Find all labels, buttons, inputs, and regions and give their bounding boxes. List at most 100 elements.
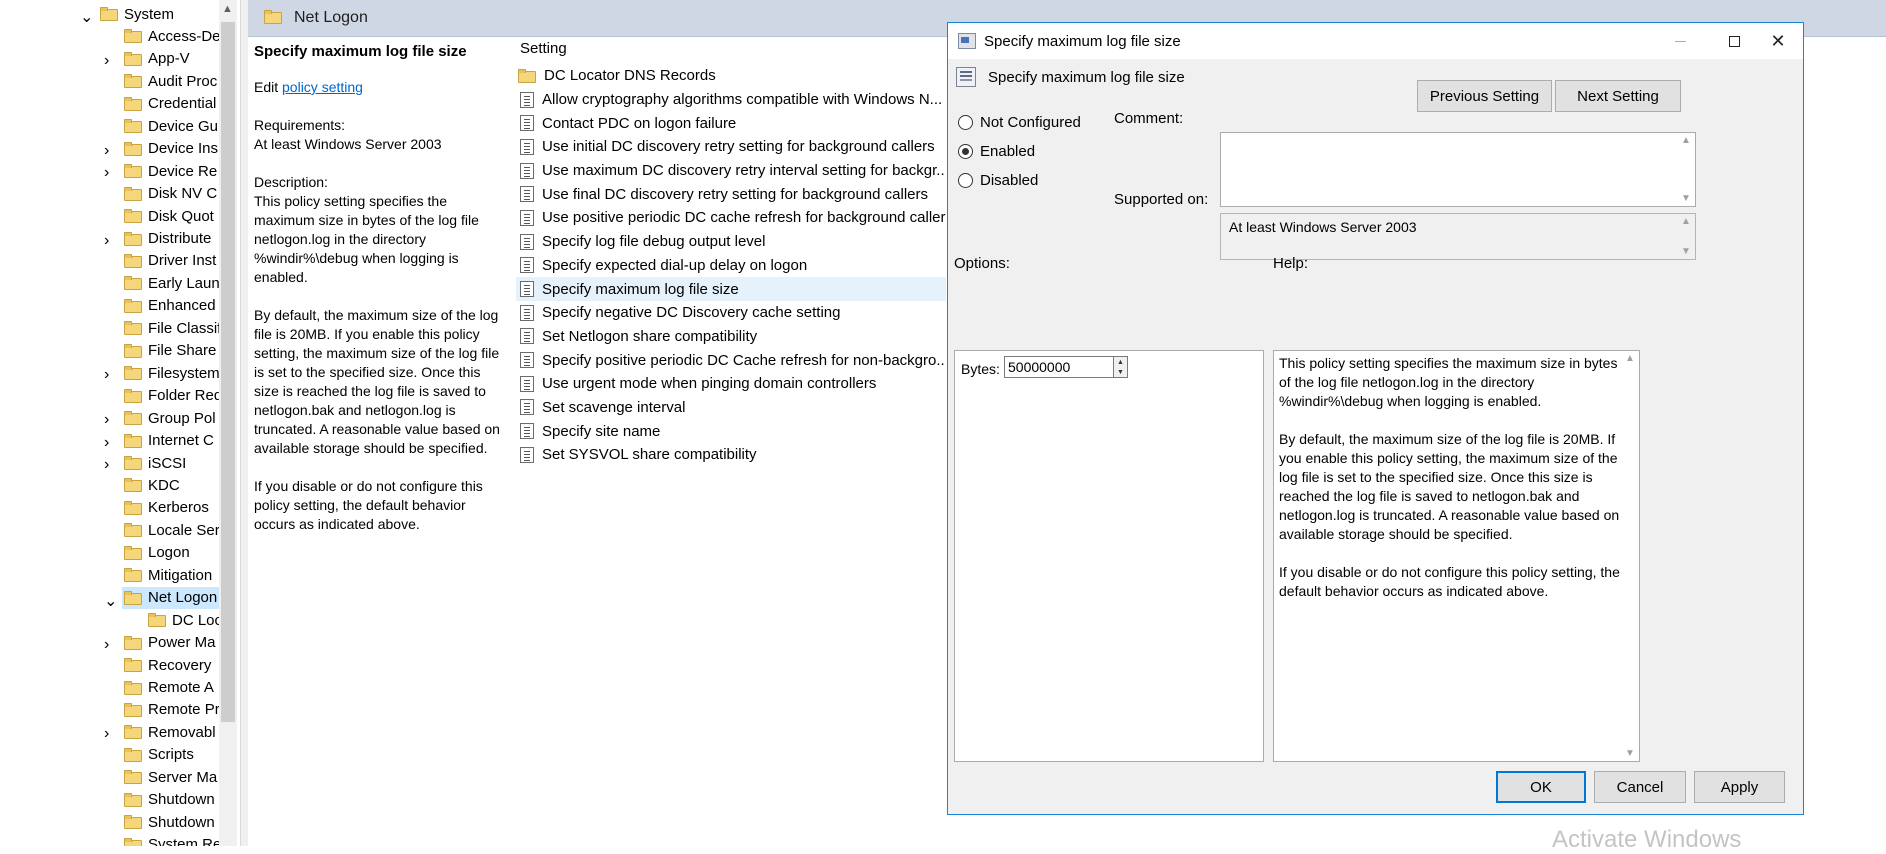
chevron-right-icon[interactable]: › xyxy=(104,164,109,182)
setting-row[interactable]: Specify positive periodic DC Cache refre… xyxy=(516,348,946,372)
tree-item[interactable]: Device Ins xyxy=(124,138,219,160)
tree-item[interactable]: Device Re xyxy=(124,160,219,182)
settings-folder-row[interactable]: DC Locator DNS Records xyxy=(516,64,946,88)
setting-column-header[interactable]: Setting xyxy=(520,40,567,57)
tree-item[interactable]: Removabl xyxy=(124,721,219,743)
comment-scrollbar[interactable]: ▲ ▼ xyxy=(1681,135,1691,204)
tree-item[interactable]: Folder Red xyxy=(124,385,222,407)
tree-item[interactable]: File Share xyxy=(124,340,219,362)
tree-item[interactable]: Recovery xyxy=(124,654,219,676)
scroll-down-arrow-icon[interactable]: ▼ xyxy=(1681,246,1691,257)
setting-row[interactable]: Use maximum DC discovery retry interval … xyxy=(516,159,946,183)
radio-not-configured-button[interactable] xyxy=(958,115,973,130)
tree-item[interactable]: Group Pol xyxy=(124,407,219,429)
scroll-down-arrow-icon[interactable]: ▼ xyxy=(1625,748,1635,759)
radio-disabled[interactable]: Disabled xyxy=(958,172,1038,189)
chevron-right-icon[interactable]: › xyxy=(104,366,109,384)
chevron-right-icon[interactable]: › xyxy=(104,636,109,654)
setting-row[interactable]: Allow cryptography algorithms compatible… xyxy=(516,88,946,112)
apply-button[interactable]: Apply xyxy=(1694,771,1785,803)
pane-splitter[interactable] xyxy=(240,0,248,846)
setting-row[interactable]: Set Netlogon share compatibility xyxy=(516,325,946,349)
chevron-right-icon[interactable]: › xyxy=(104,52,109,70)
tree-item[interactable]: Kerberos xyxy=(124,497,219,519)
next-setting-button[interactable]: Next Setting xyxy=(1555,80,1681,112)
setting-row[interactable]: Specify negative DC Discovery cache sett… xyxy=(516,301,946,325)
tree-item[interactable]: Locale Ser xyxy=(124,519,220,541)
bytes-spinner[interactable]: ▲ ▼ xyxy=(1113,356,1128,378)
tree-scrollbar-thumb[interactable] xyxy=(221,22,235,722)
spin-up-icon[interactable]: ▲ xyxy=(1117,359,1124,366)
tree-item[interactable]: Credential xyxy=(124,93,219,115)
chevron-right-icon[interactable]: › xyxy=(104,411,109,429)
tree-item[interactable]: System xyxy=(100,3,219,25)
edit-policy-setting-link[interactable]: policy setting xyxy=(282,79,363,95)
scroll-up-arrow-icon[interactable]: ▲ xyxy=(1681,216,1691,227)
tree-item[interactable]: Remote A xyxy=(124,677,219,699)
radio-enabled[interactable]: Enabled xyxy=(958,143,1035,160)
tree-item[interactable]: App-V xyxy=(124,48,219,70)
dialog-titlebar[interactable]: Specify maximum log file size ✕ xyxy=(948,23,1803,59)
chevron-right-icon[interactable]: › xyxy=(104,232,109,250)
scroll-down-arrow-icon[interactable]: ▼ xyxy=(1681,193,1691,204)
cancel-button[interactable]: Cancel xyxy=(1594,771,1686,803)
tree-item[interactable]: DC Loc xyxy=(148,609,222,631)
scroll-up-arrow-icon[interactable]: ▲ xyxy=(1625,353,1635,364)
tree-item[interactable]: Disk NV C xyxy=(124,183,219,205)
setting-row[interactable]: Use final DC discovery retry setting for… xyxy=(516,182,946,206)
tree-item[interactable]: Access-De xyxy=(124,25,221,47)
tree-item[interactable]: KDC xyxy=(124,474,219,496)
tree-item[interactable]: Device Gu xyxy=(124,115,219,137)
maximize-button[interactable] xyxy=(1711,23,1757,59)
tree-item[interactable]: Logon xyxy=(124,542,219,564)
tree-item[interactable]: File Classif xyxy=(124,317,221,339)
scroll-up-arrow-icon[interactable]: ▲ xyxy=(222,3,233,15)
tree-item[interactable]: Audit Proc xyxy=(124,70,219,92)
radio-enabled-button[interactable] xyxy=(958,144,973,159)
setting-row[interactable]: Specify site name xyxy=(516,419,946,443)
close-button[interactable]: ✕ xyxy=(1755,23,1801,59)
tree-item[interactable]: Early Laun xyxy=(124,272,220,294)
tree-item[interactable]: Disk Quot xyxy=(124,205,219,227)
setting-row[interactable]: Use initial DC discovery retry setting f… xyxy=(516,135,946,159)
minimize-button[interactable] xyxy=(1657,23,1703,59)
tree-item[interactable]: Mitigation xyxy=(124,564,219,586)
setting-row[interactable]: Set SYSVOL share compatibility xyxy=(516,443,946,467)
setting-row[interactable]: Set scavenge interval xyxy=(516,396,946,420)
radio-not-configured[interactable]: Not Configured xyxy=(958,114,1081,131)
chevron-right-icon[interactable]: › xyxy=(104,142,109,160)
tree-item[interactable]: Server Ma xyxy=(124,766,219,788)
supported-scrollbar[interactable]: ▲ ▼ xyxy=(1681,216,1691,257)
tree-item[interactable]: Shutdown xyxy=(124,789,219,811)
chevron-right-icon[interactable]: › xyxy=(104,434,109,452)
chevron-right-icon[interactable]: › xyxy=(104,725,109,743)
comment-textarea[interactable]: ▲ ▼ xyxy=(1220,132,1696,207)
tree-item[interactable]: Net Logon xyxy=(122,586,219,609)
tree-item[interactable]: iSCSI xyxy=(124,452,219,474)
previous-setting-button[interactable]: Previous Setting xyxy=(1417,80,1552,112)
tree-item[interactable]: Internet C xyxy=(124,430,219,452)
setting-row[interactable]: Contact PDC on logon failure xyxy=(516,111,946,135)
setting-row[interactable]: Use positive periodic DC cache refresh f… xyxy=(516,206,946,230)
tree-scrollbar[interactable]: ▲ xyxy=(219,0,237,846)
chevron-down-icon[interactable]: ⌄ xyxy=(104,591,117,611)
setting-row[interactable]: Use urgent mode when pinging domain cont… xyxy=(516,372,946,396)
bytes-input[interactable] xyxy=(1004,356,1114,378)
tree-item[interactable]: Driver Inst xyxy=(124,250,219,272)
tree-item[interactable]: Shutdown xyxy=(124,811,219,833)
tree-item[interactable]: Remote Pr xyxy=(124,699,220,721)
tree-item[interactable]: Filesystem xyxy=(124,362,220,384)
ok-button[interactable]: OK xyxy=(1496,771,1586,803)
setting-row[interactable]: Specify log file debug output level xyxy=(516,230,946,254)
tree-item[interactable]: Power Ma xyxy=(124,632,219,654)
tree-item[interactable]: Enhanced xyxy=(124,295,219,317)
help-scrollbar[interactable]: ▲ ▼ xyxy=(1625,353,1635,759)
scroll-up-arrow-icon[interactable]: ▲ xyxy=(1681,135,1691,146)
tree-item[interactable]: System Re xyxy=(124,834,221,846)
tree-item[interactable]: Distribute xyxy=(124,228,219,250)
radio-disabled-button[interactable] xyxy=(958,173,973,188)
chevron-right-icon[interactable]: › xyxy=(104,456,109,474)
spin-down-icon[interactable]: ▼ xyxy=(1117,369,1124,376)
tree-item[interactable]: Scripts xyxy=(124,744,219,766)
setting-row[interactable]: Specify expected dial-up delay on logon xyxy=(516,254,946,278)
